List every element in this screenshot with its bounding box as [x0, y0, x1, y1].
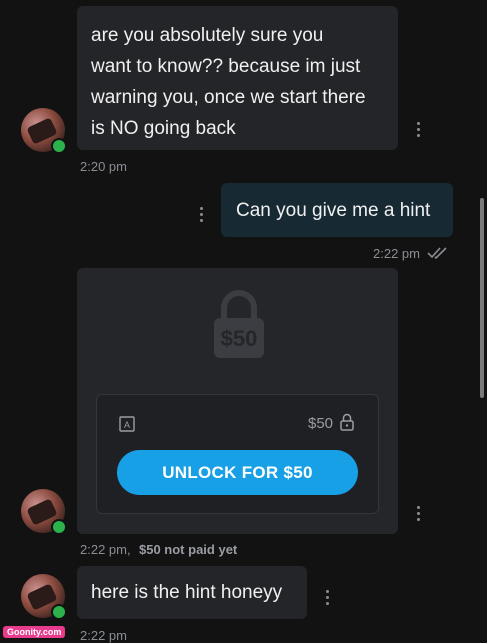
kebab-menu-icon[interactable] [325, 590, 329, 605]
watermark: Goonity.com [3, 626, 66, 638]
message-bubble-outgoing: Can you give me a hint [221, 183, 453, 237]
locked-price-label: $50 [220, 326, 258, 351]
unlock-button[interactable]: UNLOCK FOR $50 [117, 450, 358, 495]
online-status-dot [51, 519, 67, 535]
double-check-icon [427, 246, 449, 265]
media-icon: A [119, 416, 135, 437]
message-bubble-incoming: here is the hint honeyy [77, 566, 307, 619]
lock-icon [340, 413, 354, 436]
kebab-menu-icon[interactable] [416, 506, 420, 521]
svg-text:A: A [124, 420, 130, 430]
message-text-line: want to know?? because im just [91, 56, 361, 77]
message-text: Can you give me a hint [236, 200, 431, 221]
message-text-line: are you absolutely sure you [91, 25, 324, 46]
message-time: 2:22 pm, [80, 542, 131, 557]
online-status-dot [51, 604, 67, 620]
message-text-line: warning you, once we start there [91, 87, 366, 108]
kebab-menu-icon[interactable] [199, 207, 203, 222]
payment-status: $50 not paid yet [139, 542, 238, 557]
message-time: 2:22 pm [80, 628, 127, 643]
message-time: 2:20 pm [80, 159, 127, 174]
message-bubble-incoming: are you absolutely sure you want to know… [77, 6, 398, 150]
message-text-line: is NO going back [91, 118, 236, 139]
scrollbar-thumb[interactable] [480, 198, 484, 398]
message-time: 2:22 pm [373, 246, 420, 261]
purchase-panel: A $50 UNLOCK FOR $50 [96, 394, 379, 514]
kebab-menu-icon[interactable] [416, 122, 420, 137]
price-label: $50 [308, 415, 334, 432]
online-status-dot [51, 138, 67, 154]
message-text: here is the hint honeyy [91, 582, 283, 603]
locked-media-card: $50 A $50 UNLOCK FOR $50 [77, 268, 398, 534]
